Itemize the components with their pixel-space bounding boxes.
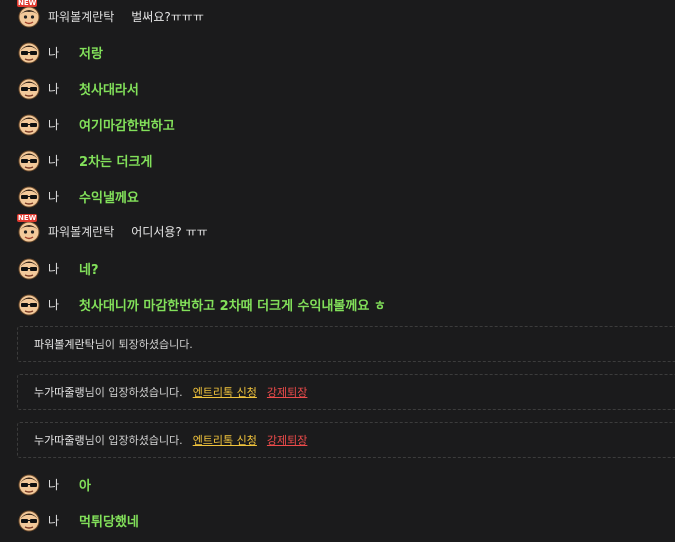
system-notice-exit: 파워볼계란탁 님이 퇴장하셨습니다. [17, 326, 675, 362]
chat-message: 나 네? [17, 253, 99, 283]
my-avatar-icon[interactable] [17, 148, 41, 172]
force-kick-link[interactable]: 강제퇴장 [267, 432, 307, 448]
my-avatar-icon[interactable] [17, 76, 41, 100]
system-notice-enter: 누가따줄랭 님이 입장하셨습니다. 엔트리톡 신청 강제퇴장 [17, 422, 675, 458]
sender-name: 나 [48, 81, 60, 96]
sender-name: 나 [48, 45, 60, 60]
chat-message: 나 첫사대라서 [17, 73, 139, 103]
system-notice-enter: 누가따줄랭 님이 입장하셨습니다. 엔트리톡 신청 강제퇴장 [17, 374, 675, 410]
chat-message: 나 첫사대니까 마감한번하고 2차때 더크게 수익내볼께요 ㅎ [17, 289, 386, 319]
my-avatar-icon[interactable] [17, 40, 41, 64]
chat-message: 나 여기마감한번하고 [17, 109, 175, 139]
message-text: 첫사대니까 마감한번하고 2차때 더크게 수익내볼께요 ㅎ [79, 298, 386, 314]
message-text: 저랑 [79, 46, 103, 62]
my-avatar-icon[interactable] [17, 508, 41, 532]
notice-text: 님이 입장하셨습니다. [84, 386, 183, 399]
force-kick-link[interactable]: 강제퇴장 [267, 384, 307, 400]
sender-name: 나 [48, 297, 60, 312]
chat-message: 나 2차는 더크게 [17, 145, 152, 175]
sender-name: 나 [48, 513, 60, 528]
new-user-avatar-icon[interactable]: NEW [17, 214, 41, 243]
my-avatar-icon[interactable] [17, 472, 41, 496]
sender-name[interactable]: 파워볼계란탁 [48, 8, 114, 25]
notice-user: 누가따줄랭 [34, 386, 85, 399]
new-badge: NEW [17, 214, 38, 222]
entry-talk-request-link[interactable]: 엔트리톡 신청 [193, 432, 257, 448]
notice-user: 누가따줄랭 [34, 434, 85, 447]
chat-message: 나 저랑 [17, 37, 103, 67]
my-avatar-icon[interactable] [17, 112, 41, 136]
message-text: 첫사대라서 [79, 82, 139, 98]
new-user-avatar-icon[interactable]: NEW [17, 0, 41, 28]
sender-name: 나 [48, 117, 60, 132]
sender-name: 나 [48, 261, 60, 276]
chat-message: NEW 파워볼계란탁 어디서용? ㅠㅠ [17, 214, 208, 246]
sender-name: 나 [48, 153, 60, 168]
notice-user: 파워볼계란탁 [34, 338, 95, 351]
sender-name[interactable]: 파워볼계란탁 [48, 223, 114, 240]
chat-message: 나 수익낼께요 [17, 181, 139, 211]
message-text: 벌써요?ㅠㅠㅠ [131, 9, 204, 24]
chat-message: NEW 파워볼계란탁 벌써요?ㅠㅠㅠ [17, 0, 204, 31]
my-avatar-icon[interactable] [17, 256, 41, 280]
chat-message: 나 아 [17, 469, 91, 499]
message-text: 여기마감한번하고 [79, 118, 175, 134]
my-avatar-icon[interactable] [17, 184, 41, 208]
notice-text: 님이 퇴장하셨습니다. [94, 338, 193, 351]
message-text: 수익낼께요 [79, 190, 139, 206]
message-text: 어디서용? ㅠㅠ [131, 224, 208, 239]
message-text: 네? [79, 262, 99, 278]
notice-text: 님이 입장하셨습니다. [84, 434, 183, 447]
message-text: 아 [79, 478, 92, 494]
message-text: 2차는 더크게 [79, 154, 153, 170]
chat-log: NEW 파워볼계란탁 벌써요?ㅠㅠㅠ 나 저랑 나 첫사대라서 나 여기마감한번… [0, 0, 675, 542]
entry-talk-request-link[interactable]: 엔트리톡 신청 [193, 384, 257, 400]
chat-message: 나 먹튀당했네 [17, 505, 139, 535]
my-avatar-icon[interactable] [17, 292, 41, 316]
new-badge: NEW [17, 0, 38, 7]
message-text: 먹튀당했네 [79, 514, 139, 530]
sender-name: 나 [48, 189, 60, 204]
sender-name: 나 [48, 477, 60, 492]
